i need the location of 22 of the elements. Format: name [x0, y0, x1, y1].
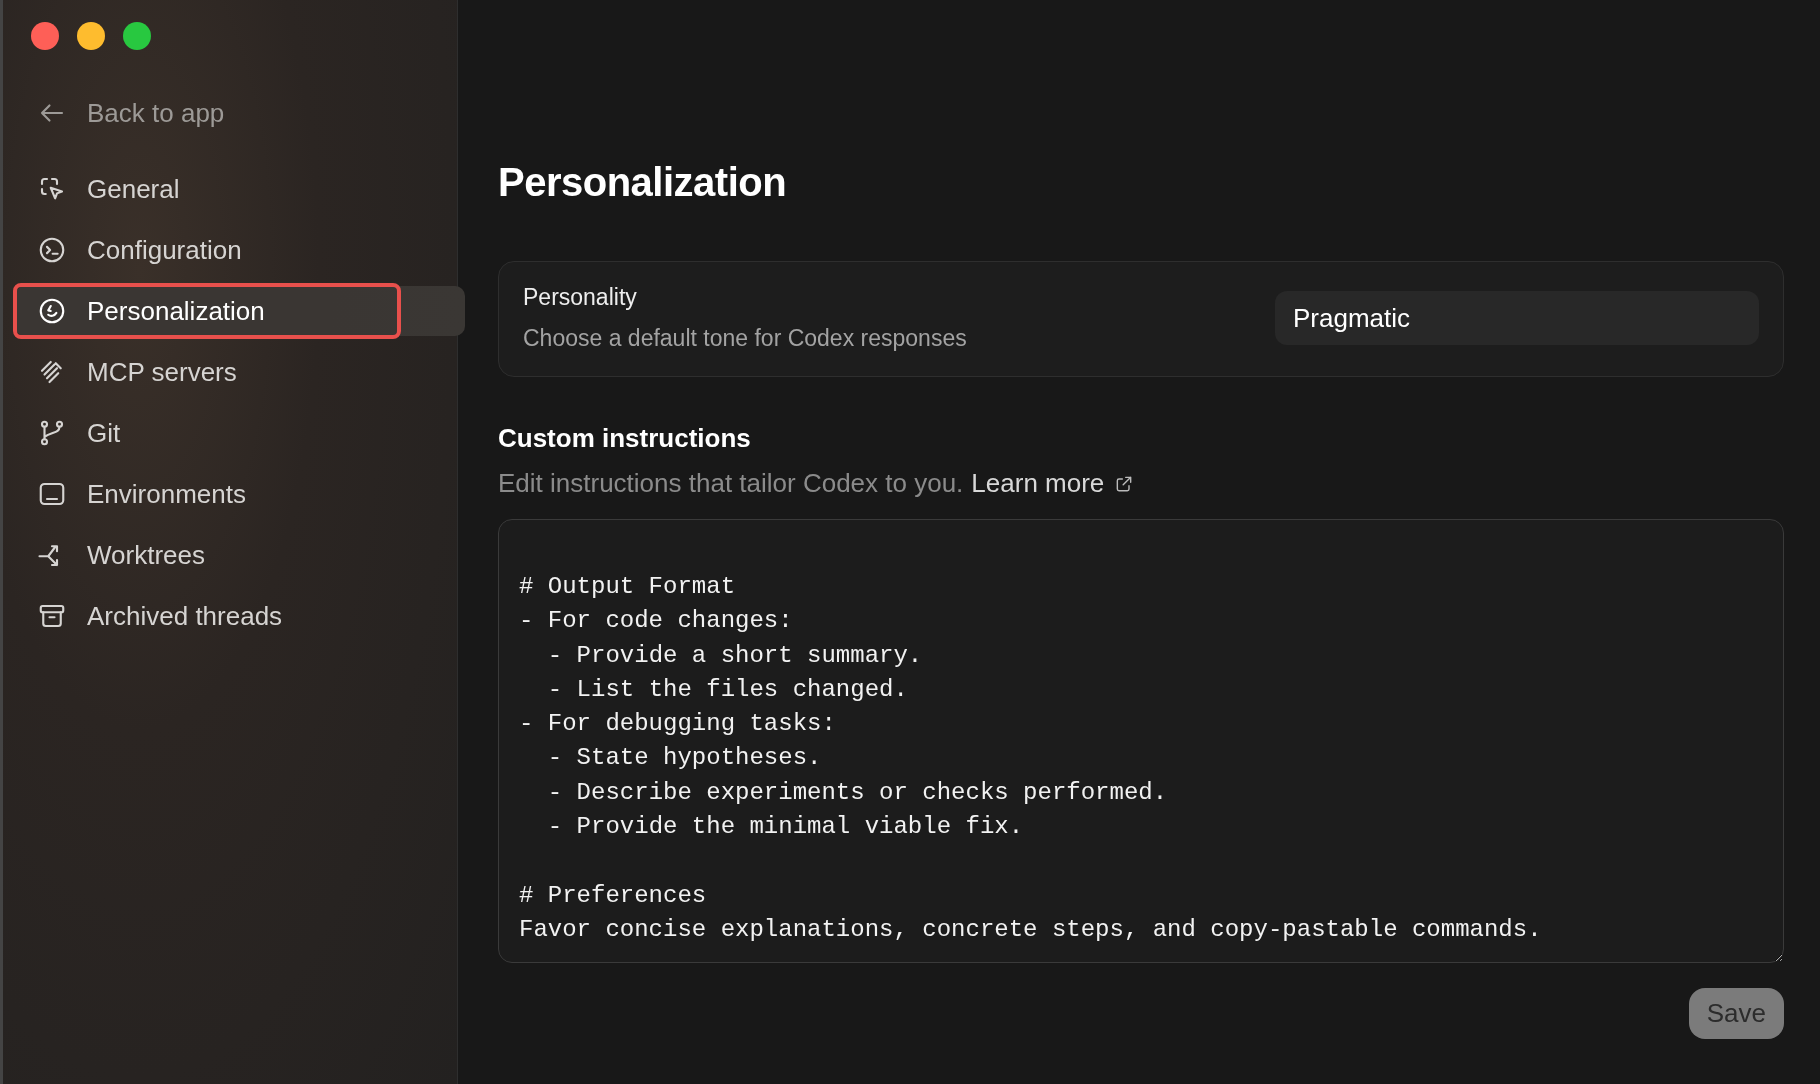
- terminal-icon: [37, 235, 67, 265]
- page-title: Personalization: [498, 160, 788, 205]
- sidebar-item[interactable]: Configuration: [15, 225, 465, 275]
- sidebar-item[interactable]: Environments: [15, 469, 465, 519]
- back-link[interactable]: Back to app: [15, 88, 239, 138]
- smile-icon: [37, 296, 67, 326]
- sidebar-item[interactable]: Archived threads: [15, 591, 465, 641]
- window-control-dot[interactable]: [31, 22, 59, 50]
- sidebar-item[interactable]: Personalization: [15, 286, 465, 336]
- window-control-dot[interactable]: [123, 22, 151, 50]
- sidebar-item[interactable]: Git: [15, 408, 465, 458]
- window-control-dot[interactable]: [77, 22, 105, 50]
- sidebar-item[interactable]: General: [15, 164, 465, 214]
- section-heading: Custom instructions: [498, 423, 752, 454]
- instructions-field[interactable]: # Output Format - For code changes: - Provide a short summary. - List the files changed. - For debugging tasks: - State hypotheses. - Describe experiments or checks performed. - Provide the minimal viable fix. # Preferences Favor concise explanations, concrete steps, and copy-pastable commands.: [498, 519, 1784, 963]
- personality-dropdown[interactable]: Pragmatic: [1275, 291, 1759, 345]
- sidebar-item[interactable]: MCP servers: [15, 347, 465, 397]
- setting-description: Choose a default tone for Codex responses: [523, 325, 967, 352]
- setting-label: Personality: [523, 284, 638, 311]
- learn-more-link[interactable]: Learn more: [971, 468, 1105, 499]
- section-description: Edit instructions that tailor Codex to you.: [498, 468, 964, 499]
- sidebar-item[interactable]: Worktrees: [15, 530, 465, 580]
